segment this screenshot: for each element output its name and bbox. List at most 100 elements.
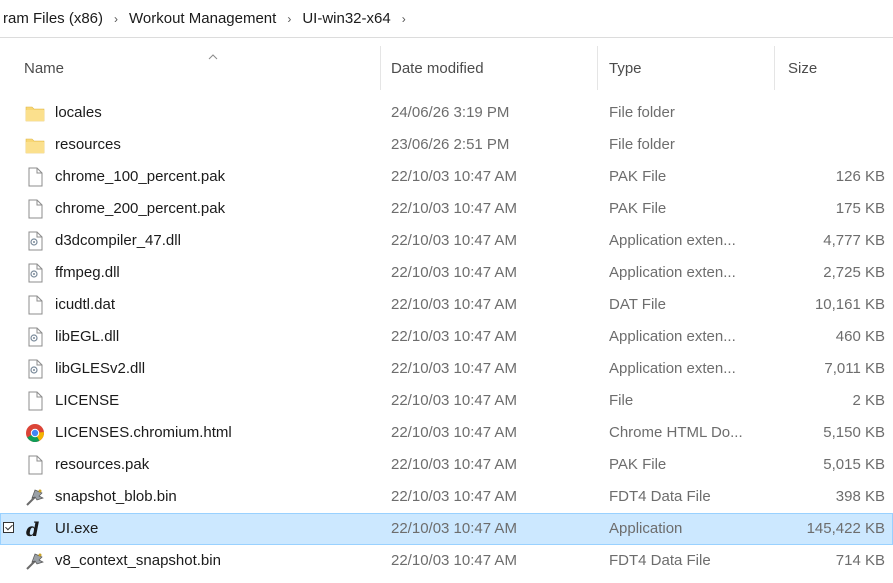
file-icon (24, 166, 46, 188)
dll-icon (24, 358, 46, 380)
file-type: File folder (609, 104, 675, 121)
file-size: 460 KB (835, 328, 885, 345)
column-header-name[interactable]: Name (24, 60, 64, 77)
file-type: Chrome HTML Do... (609, 424, 743, 441)
file-date-modified: 22/10/03 10:47 AM (391, 264, 517, 281)
chevron-right-icon[interactable]: › (276, 12, 302, 26)
file-row[interactable]: locales 24/06/26 3:19 PM File folder (0, 97, 893, 129)
file-type: Application (609, 520, 683, 537)
chrome-icon (24, 422, 46, 444)
file-size: 126 KB (835, 168, 885, 185)
file-date-modified: 22/10/03 10:47 AM (391, 328, 517, 345)
file-type: File folder (609, 136, 675, 153)
file-name: resources (55, 136, 121, 153)
file-name: d3dcompiler_47.dll (55, 232, 181, 249)
data-file-icon (24, 550, 46, 572)
dll-icon (24, 326, 46, 348)
file-type: Application exten... (609, 328, 736, 345)
file-icon (24, 294, 46, 316)
column-header-date[interactable]: Date modified (391, 60, 484, 77)
file-row[interactable]: snapshot_blob.bin 22/10/03 10:47 AM FDT4 D… (0, 481, 893, 513)
file-date-modified: 23/06/26 2:51 PM (391, 136, 510, 153)
file-size: 2,725 KB (823, 264, 885, 281)
file-date-modified: 22/10/03 10:47 AM (391, 520, 517, 537)
file-row[interactable]: LICENSE 22/10/03 10:47 AM File 2 KB (0, 385, 893, 417)
breadcrumb-workout-management[interactable]: Workout Management (129, 10, 276, 27)
file-name: v8_context_snapshot.bin (55, 552, 221, 569)
file-date-modified: 22/10/03 10:47 AM (391, 360, 517, 377)
file-name: chrome_200_percent.pak (55, 200, 226, 217)
file-row[interactable]: d UI.exe 22/10/03 10:47 AM Application 145,4… (0, 513, 893, 545)
breadcrumb-program-files[interactable]: ram Files (x86) (3, 10, 103, 27)
file-name: icudtl.dat (55, 296, 116, 313)
folder-icon (24, 102, 46, 124)
file-row[interactable]: chrome_100_percent.pak 22/10/03 10:47 AM P… (0, 161, 893, 193)
file-date-modified: 22/10/03 10:47 AM (391, 200, 517, 217)
file-size: 5,015 KB (823, 456, 885, 473)
chevron-right-icon[interactable]: › (103, 12, 129, 26)
file-date-modified: 22/10/03 10:47 AM (391, 296, 517, 313)
svg-text:d: d (26, 519, 39, 540)
address-bar[interactable]: ram Files (x86) › Workout Management › U… (0, 0, 893, 38)
file-date-modified: 24/06/26 3:19 PM (391, 104, 510, 121)
column-header-row: Name Date modified Type Size (0, 46, 893, 90)
breadcrumb: ram Files (x86) › Workout Management › U… (0, 10, 417, 27)
folder-icon (24, 134, 46, 156)
file-name: UI.exe (55, 520, 99, 537)
file-size: 7,011 KB (824, 360, 885, 377)
row-checkbox[interactable] (3, 522, 14, 533)
file-row[interactable]: d3dcompiler_47.dll 22/10/03 10:47 AM Appli… (0, 225, 893, 257)
sort-ascending-icon (208, 54, 218, 60)
column-divider[interactable] (380, 46, 381, 90)
file-size: 4,777 KB (823, 232, 885, 249)
file-date-modified: 22/10/03 10:47 AM (391, 232, 517, 249)
file-name: libGLESv2.dll (55, 360, 146, 377)
data-file-icon (24, 486, 46, 508)
file-name: ffmpeg.dll (55, 264, 120, 281)
file-icon (24, 390, 46, 412)
file-row[interactable]: libGLESv2.dll 22/10/03 10:47 AM Applicatio… (0, 353, 893, 385)
file-explorer-window: ram Files (x86) › Workout Management › U… (0, 0, 893, 583)
file-row[interactable]: v8_context_snapshot.bin 22/10/03 10:47 AM… (0, 545, 893, 577)
file-size: 2 KB (852, 392, 885, 409)
file-name: locales (55, 104, 102, 121)
column-header-size[interactable]: Size (788, 60, 817, 77)
file-size: 714 KB (835, 552, 885, 569)
file-name: LICENSES.chromium.html (55, 424, 232, 441)
file-type: FDT4 Data File (609, 552, 711, 569)
dll-icon (24, 230, 46, 252)
file-size: 175 KB (835, 200, 885, 217)
file-icon (24, 198, 46, 220)
file-row[interactable]: LICENSES.chromium.html 22/10/03 10:47 AM C… (0, 417, 893, 449)
file-date-modified: 22/10/03 10:47 AM (391, 392, 517, 409)
file-type: FDT4 Data File (609, 488, 711, 505)
file-size: 398 KB (835, 488, 885, 505)
breadcrumb-ui-win32-x64[interactable]: UI-win32-x64 (302, 10, 390, 27)
file-date-modified: 22/10/03 10:47 AM (391, 552, 517, 569)
file-size: 5,150 KB (823, 424, 885, 441)
file-type: File (609, 392, 634, 409)
file-row[interactable]: chrome_200_percent.pak 22/10/03 10:47 AM P… (0, 193, 893, 225)
file-row[interactable]: resources.pak 22/10/03 10:47 AM PAK File 5,… (0, 449, 893, 481)
file-size: 10,161 KB (814, 296, 885, 313)
file-size: 145,422 KB (806, 520, 885, 537)
chevron-right-icon[interactable]: › (391, 12, 417, 26)
file-date-modified: 22/10/03 10:47 AM (391, 456, 517, 473)
file-name: LICENSE (55, 392, 120, 409)
file-row[interactable]: icudtl.dat 22/10/03 10:47 AM DAT File 10,16… (0, 289, 893, 321)
column-header-type[interactable]: Type (609, 60, 642, 77)
file-name: chrome_100_percent.pak (55, 168, 226, 185)
file-type: Application exten... (609, 360, 736, 377)
app-icon: d (24, 518, 46, 541)
column-divider[interactable] (597, 46, 598, 90)
column-divider[interactable] (774, 46, 775, 90)
file-type: PAK File (609, 456, 667, 473)
file-type: Application exten... (609, 264, 736, 281)
file-date-modified: 22/10/03 10:47 AM (391, 424, 517, 441)
file-row[interactable]: libEGL.dll 22/10/03 10:47 AM Application e… (0, 321, 893, 353)
file-list: locales 24/06/26 3:19 PM File folder resour… (0, 97, 893, 577)
file-type: DAT File (609, 296, 666, 313)
file-name: libEGL.dll (55, 328, 120, 345)
file-row[interactable]: ffmpeg.dll 22/10/03 10:47 AM Application e… (0, 257, 893, 289)
file-row[interactable]: resources 23/06/26 2:51 PM File folder (0, 129, 893, 161)
